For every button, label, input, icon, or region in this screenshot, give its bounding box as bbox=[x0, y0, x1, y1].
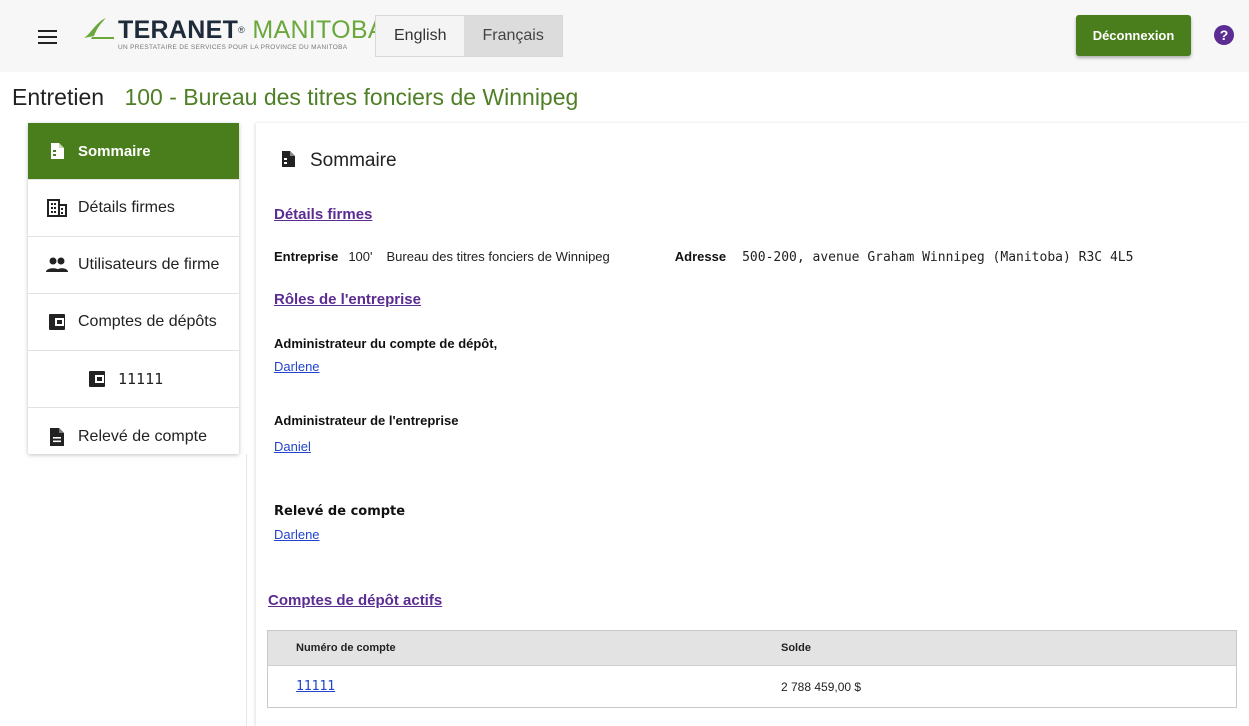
english-button[interactable]: English bbox=[376, 16, 465, 56]
logo-mark-icon bbox=[84, 18, 114, 39]
account-balance: 2 788 459,00 $ bbox=[781, 679, 862, 694]
company-label: Entreprise bbox=[274, 249, 339, 264]
sidebar-item-account-statement[interactable]: Relevé de compte bbox=[28, 408, 239, 465]
sidebar-item-label: Relevé de compte bbox=[78, 427, 207, 445]
sidebar-item-label: Utilisateurs de firme bbox=[78, 256, 220, 273]
sidebar-item-firm-users[interactable]: Utilisateurs de firme bbox=[28, 237, 239, 294]
role-deposit-admin-name[interactable]: Darlene bbox=[274, 359, 320, 374]
sidebar-item-firm-details[interactable]: Détails firmes bbox=[28, 180, 239, 237]
logo-wordmark: TERANET® MANITOBA bbox=[118, 17, 385, 43]
sidebar-item-label: Comptes de dépôts bbox=[78, 313, 217, 330]
wallet-icon bbox=[86, 368, 108, 390]
firm-details-link[interactable]: Détails firmes bbox=[274, 206, 372, 223]
company-roles-link[interactable]: Rôles de l'entreprise bbox=[274, 291, 421, 308]
logo-reg: ® bbox=[238, 25, 246, 35]
main-panel: Sommaire Détails firmes Entreprise 100' … bbox=[256, 123, 1249, 726]
document-icon bbox=[46, 426, 68, 448]
sidebar-item-label: Détails firmes bbox=[78, 199, 175, 216]
help-icon[interactable]: ? bbox=[1214, 25, 1234, 45]
logout-button[interactable]: Déconnexion bbox=[1076, 15, 1191, 56]
language-toggle: English Français bbox=[375, 15, 563, 57]
sidebar-item-account-11111[interactable]: 11111 bbox=[28, 351, 239, 408]
role-statement-label: Relevé de compte bbox=[274, 504, 406, 519]
table-header: Numéro de compte Solde bbox=[268, 631, 1236, 666]
logo-tagline: UN PRESTATAIRE DE SERVICES POUR LA PROVI… bbox=[118, 44, 348, 51]
role-deposit-admin-label: Administrateur du compte de dépôt, bbox=[274, 336, 498, 351]
top-bar: TERANET® MANITOBA UN PRESTATAIRE DE SERV… bbox=[0, 0, 1249, 72]
sidebar-item-label: Sommaire bbox=[78, 142, 151, 160]
role-company-admin-name[interactable]: Daniel bbox=[274, 439, 311, 454]
sidebar-item-label: 11111 bbox=[118, 370, 164, 388]
company-name: Bureau des titres fonciers de Winnipeg bbox=[386, 249, 610, 264]
header-balance: Solde bbox=[781, 642, 811, 654]
table-row: 11111 2 788 459,00 $ bbox=[268, 666, 1236, 707]
page-title: Entretien 100 - Bureau des titres foncie… bbox=[12, 84, 578, 111]
users-icon bbox=[46, 254, 68, 276]
accounts-table: Numéro de compte Solde 11111 2 788 459,0… bbox=[267, 630, 1237, 708]
address-value: 500-200, avenue Graham Winnipeg (Manitob… bbox=[742, 250, 1134, 265]
main-title: Sommaire bbox=[278, 150, 397, 172]
teranet-logo[interactable]: TERANET® MANITOBA UN PRESTATAIRE DE SERV… bbox=[82, 14, 385, 54]
company-info-row: Entreprise 100' Bureau des titres foncie… bbox=[274, 249, 1133, 265]
role-company-admin-label: Administrateur de l'entreprise bbox=[274, 413, 459, 428]
french-button[interactable]: Français bbox=[464, 16, 562, 56]
summary-icon bbox=[278, 150, 300, 172]
page-title-label: Entretien bbox=[12, 84, 105, 110]
building-icon bbox=[46, 197, 68, 219]
active-accounts-link[interactable]: Comptes de dépôt actifs bbox=[268, 592, 442, 609]
company-id: 100' bbox=[348, 249, 373, 264]
page-title-entity: 100 - Bureau des titres fonciers de Winn… bbox=[124, 84, 579, 110]
header-account-number: Numéro de compte bbox=[296, 642, 396, 654]
address-label: Adresse bbox=[674, 249, 727, 264]
sidebar: Sommaire Détails firmes Utilisateurs de … bbox=[28, 123, 239, 454]
account-number-link[interactable]: 11111 bbox=[296, 679, 335, 694]
wallet-icon bbox=[46, 311, 68, 333]
logo-region: MANITOBA bbox=[252, 16, 385, 44]
sidebar-item-deposit-accounts[interactable]: Comptes de dépôts bbox=[28, 294, 239, 351]
summary-icon bbox=[46, 140, 68, 162]
main-title-text: Sommaire bbox=[310, 150, 397, 171]
sidebar-item-summary[interactable]: Sommaire bbox=[28, 123, 239, 180]
role-statement-name[interactable]: Darlene bbox=[274, 527, 320, 542]
hamburger-menu-icon[interactable] bbox=[38, 29, 57, 44]
logo-brand: TERANET bbox=[118, 16, 239, 44]
divider bbox=[246, 454, 247, 726]
